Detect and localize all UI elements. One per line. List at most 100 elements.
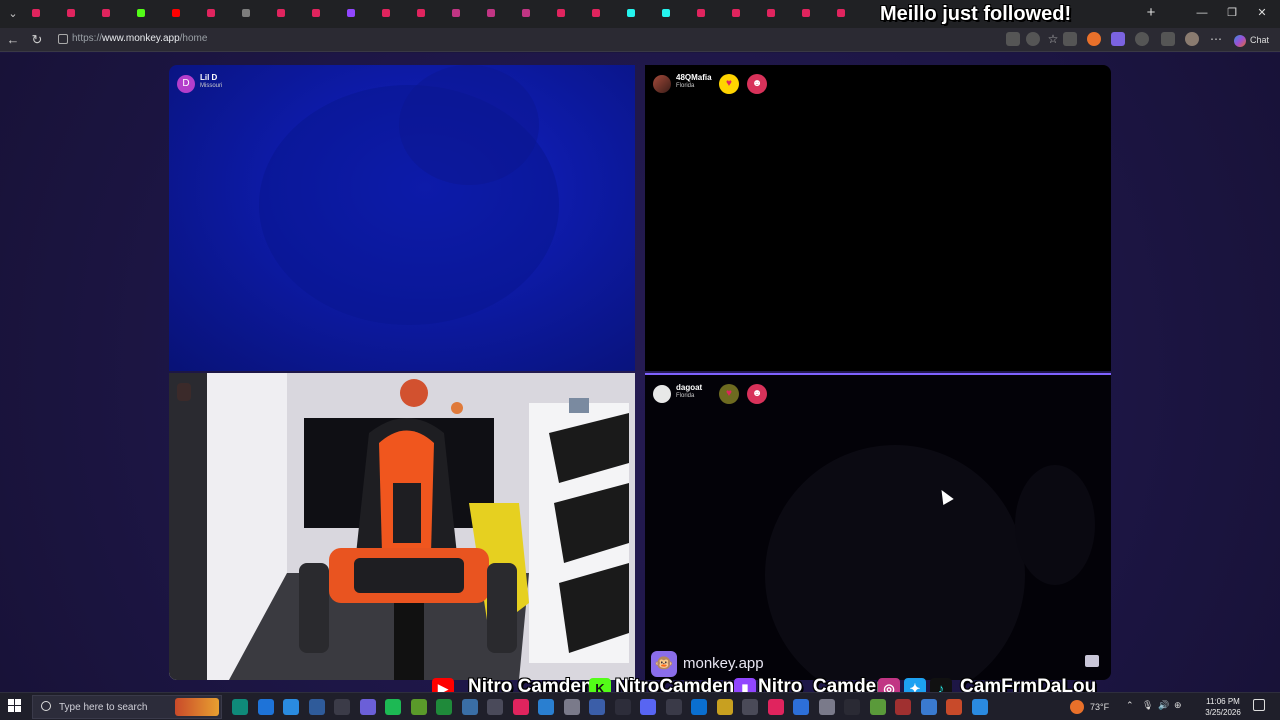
character-badge-icon[interactable]: ☻: [747, 74, 767, 94]
windows-start-icon[interactable]: [8, 699, 22, 713]
extensions-icon[interactable]: [1135, 32, 1149, 46]
taskbar-app-icon[interactable]: [512, 699, 529, 715]
taskbar-app-icon[interactable]: [461, 699, 478, 715]
more-menu-icon[interactable]: ⋯: [1209, 32, 1223, 46]
video-tile-bottom-right[interactable]: dagoat Florida ♥ ☻ 🐵 monkey.app: [645, 373, 1111, 680]
taskbar-app-icon[interactable]: [716, 699, 733, 715]
extension-orange-icon[interactable]: [1087, 32, 1101, 46]
taskbar-app-icon[interactable]: [589, 699, 605, 715]
video-tile-top-right[interactable]: 48QMafia Florida ♥ ☻: [645, 65, 1111, 371]
restore-button[interactable]: ❐: [1222, 4, 1242, 22]
video-tile-top-left[interactable]: D Lil D Missouri: [169, 65, 635, 371]
video-tile-bottom-left[interactable]: [169, 373, 635, 680]
tab-menu-chevron-icon[interactable]: ⌄: [4, 5, 22, 23]
tab-favicon[interactable]: [172, 9, 180, 17]
reader-icon[interactable]: [1006, 32, 1020, 46]
translate-icon[interactable]: [1026, 32, 1040, 46]
heart-badge-icon[interactable]: ♥: [719, 74, 739, 94]
taskbar-app-icon[interactable]: [742, 699, 758, 715]
taskbar-app-icon[interactable]: [614, 699, 631, 715]
url-text: https://www.monkey.app/home: [72, 33, 208, 44]
taskbar-app-icon[interactable]: [844, 699, 860, 715]
tray-chevron-icon[interactable]: ⌃: [1126, 700, 1134, 711]
tab-favicon[interactable]: [207, 9, 215, 17]
taskbar-clock[interactable]: 11:06 PM 3/25/2026: [1200, 696, 1246, 718]
taskbar-app-icon[interactable]: [538, 699, 554, 715]
reload-icon[interactable]: ↻: [28, 31, 46, 49]
tab-favicon[interactable]: [837, 9, 845, 17]
taskbar-app-icon[interactable]: [410, 699, 427, 715]
taskbar-app-icon[interactable]: [334, 699, 350, 715]
taskbar-app-icon[interactable]: [283, 699, 299, 715]
tab-favicon[interactable]: [802, 9, 810, 17]
favorite-star-icon[interactable]: ☆: [1046, 32, 1060, 46]
back-icon[interactable]: ←: [4, 31, 22, 49]
volume-icon[interactable]: 🔊: [1158, 700, 1169, 711]
taskbar-app-icon[interactable]: [691, 699, 707, 715]
skip-icon[interactable]: [1085, 655, 1099, 667]
tab-favicon[interactable]: [662, 9, 670, 17]
taskbar-app-icon[interactable]: [257, 699, 274, 715]
taskbar-app-icon[interactable]: [563, 699, 580, 715]
site-info-icon[interactable]: [58, 34, 68, 44]
profile-avatar[interactable]: [1185, 32, 1199, 46]
tab-favicon[interactable]: [732, 9, 740, 17]
tab-favicon[interactable]: [277, 9, 285, 17]
url-field[interactable]: https://www.monkey.app/home: [52, 31, 1082, 49]
heart-badge-icon[interactable]: ♥: [719, 384, 739, 404]
temperature[interactable]: 73°F: [1090, 702, 1109, 712]
tab-favicon[interactable]: [522, 9, 530, 17]
taskbar-app-icon[interactable]: [869, 699, 886, 715]
taskbar-app-icon[interactable]: [665, 699, 682, 715]
tab-favicon[interactable]: [627, 9, 635, 17]
taskbar-search-box[interactable]: Type here to search: [32, 695, 222, 719]
avatar: D: [177, 75, 195, 93]
webcam-feed-room-gaming-chair: [169, 373, 635, 680]
taskbar-app-icon[interactable]: [308, 699, 325, 715]
taskbar-app-icon[interactable]: [232, 699, 248, 715]
network-icon[interactable]: ⊕: [1174, 700, 1182, 711]
tab-favicon[interactable]: [417, 9, 425, 17]
new-tab-button[interactable]: +: [1142, 4, 1160, 22]
tab-favicon[interactable]: [67, 9, 75, 17]
taskbar-app-icon[interactable]: [767, 699, 784, 715]
tab-favicon[interactable]: [382, 9, 390, 17]
taskbar-app-icon[interactable]: [640, 699, 656, 715]
tab-favicon[interactable]: [102, 9, 110, 17]
taskbar-app-icon[interactable]: [487, 699, 503, 715]
taskbar-app-icon[interactable]: [946, 699, 962, 715]
tab-favicon[interactable]: [347, 9, 355, 17]
character-badge-icon[interactable]: ☻: [747, 384, 767, 404]
favorites-icon[interactable]: [1161, 32, 1175, 46]
notifications-icon[interactable]: [1253, 699, 1265, 711]
tab-favicon[interactable]: [487, 9, 495, 17]
taskbar-app-icon[interactable]: [436, 699, 452, 715]
taskbar-app-icon[interactable]: [818, 699, 835, 715]
taskbar-app-icon[interactable]: [895, 699, 911, 715]
taskbar-app-icon[interactable]: [793, 699, 809, 715]
extension-purple-icon[interactable]: [1111, 32, 1125, 46]
tab-favicon[interactable]: [557, 9, 565, 17]
minimize-button[interactable]: —: [1192, 4, 1212, 22]
tab-strip[interactable]: [28, 6, 873, 21]
media-icon[interactable]: [1063, 32, 1077, 46]
close-window-button[interactable]: ✕: [1252, 4, 1272, 22]
monkey-page: D Lil D Missouri 48QMafia Florida ♥ ☻ da…: [0, 53, 1280, 692]
tab-favicon[interactable]: [452, 9, 460, 17]
weather-icon[interactable]: [1070, 700, 1084, 714]
tab-favicon[interactable]: [697, 9, 705, 17]
taskbar-app-icon[interactable]: [359, 699, 376, 715]
tab-favicon[interactable]: [592, 9, 600, 17]
tab-favicon[interactable]: [32, 9, 40, 17]
user-location: Florida: [676, 393, 695, 399]
taskbar-app-icon[interactable]: [920, 699, 937, 715]
tab-favicon[interactable]: [312, 9, 320, 17]
microphone-icon[interactable]: 🎙: [1142, 700, 1153, 711]
taskbar-app-icon[interactable]: [385, 699, 401, 715]
copilot-chat-button[interactable]: Chat: [1234, 32, 1276, 48]
tab-favicon[interactable]: [242, 9, 250, 17]
tab-favicon[interactable]: [767, 9, 775, 17]
tab-favicon[interactable]: [137, 9, 145, 17]
search-placeholder: Type here to search: [59, 702, 148, 713]
taskbar-app-icon[interactable]: [971, 699, 988, 715]
